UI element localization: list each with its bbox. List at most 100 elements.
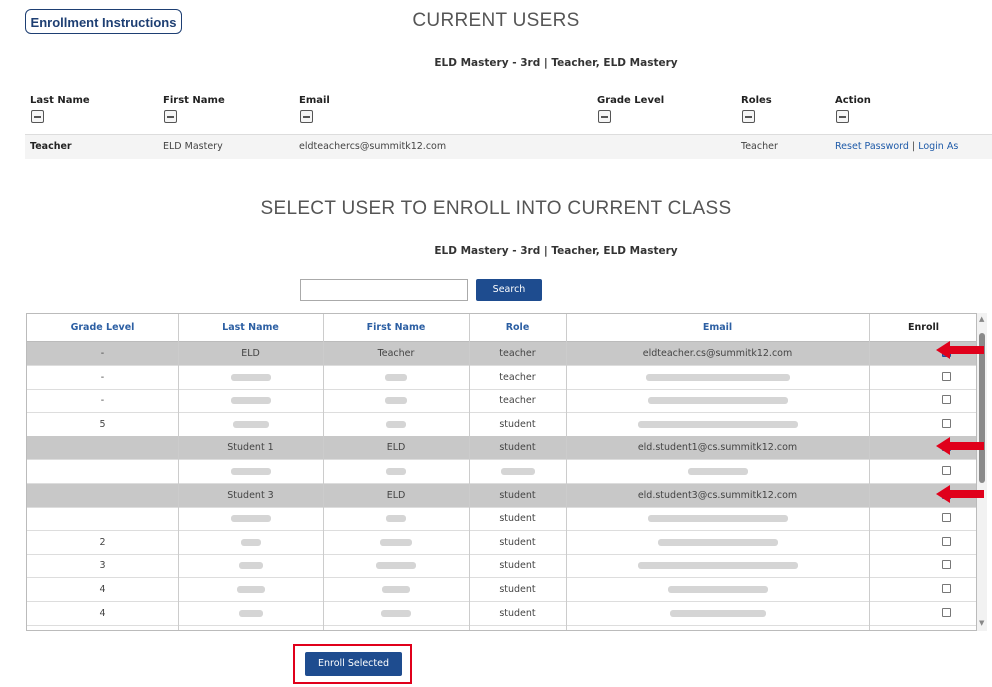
table-row[interactable]: 3 student [27, 554, 976, 579]
table-row[interactable]: Student 1 ELD student eld.student1@cs.summi… [27, 436, 976, 461]
redacted-text [386, 468, 406, 475]
cell-grade [27, 460, 178, 483]
cell-text: - [100, 348, 105, 359]
search-input[interactable] [300, 279, 468, 301]
table-row[interactable]: - teacher [27, 366, 976, 390]
cell-role: student [469, 602, 566, 625]
current-users-title: CURRENT USERS [412, 10, 580, 31]
column-divider [566, 314, 567, 630]
scroll-down-icon[interactable]: ▼ [979, 619, 984, 627]
enroll-checkbox[interactable] [942, 513, 951, 523]
cell-email [566, 366, 869, 389]
redacted-text [386, 420, 406, 428]
cell-last [178, 507, 323, 530]
enroll-subtitle: ELD Mastery - 3rd | Teacher, ELD Mastery [434, 245, 678, 257]
filter-icon[interactable] [598, 110, 611, 123]
cell-first: Teacher [323, 342, 469, 365]
table-row[interactable]: - teacher [27, 389, 976, 414]
enroll-selected-button[interactable]: Enroll Selected [305, 652, 402, 676]
th-grade-level[interactable]: Grade Level [27, 314, 178, 341]
cu-role: Teacher [741, 141, 778, 152]
redacted-text [238, 609, 263, 617]
redacted-text [647, 397, 788, 405]
th-last-name[interactable]: Last Name [178, 314, 323, 341]
th-first-name[interactable]: First Name [323, 314, 469, 341]
cell-text: teacher [499, 395, 536, 407]
cell-role: student [469, 578, 566, 601]
redacted-text [376, 562, 416, 570]
cell-role: student [469, 531, 566, 554]
redacted-text [230, 373, 271, 381]
table-row[interactable]: 4 student [27, 578, 976, 602]
table-row[interactable]: student [27, 507, 976, 532]
table-row[interactable] [27, 460, 976, 484]
cell-last: Student 1 [178, 436, 323, 459]
filter-icon[interactable] [164, 110, 177, 123]
cell-email: eldteacher.cs@summitk12.com [566, 342, 869, 365]
redacted-text [386, 515, 406, 523]
filter-icon[interactable] [31, 110, 44, 123]
column-divider [323, 314, 324, 630]
redacted-text [380, 538, 412, 546]
enroll-checkbox[interactable] [942, 418, 951, 428]
table-row[interactable]: - ELD Teacher teacher eldteacher.cs@summitk1… [27, 342, 976, 366]
cell-email: eld.student1@cs.summitk12.com [566, 436, 869, 459]
column-divider [469, 314, 470, 630]
enroll-checkbox[interactable] [942, 536, 951, 546]
cell-grade [27, 484, 178, 507]
cell-grade: 2 [27, 531, 178, 554]
enroll-checkbox[interactable] [942, 371, 951, 381]
cu-first-name: ELD Mastery [163, 141, 223, 152]
cell-last [178, 366, 323, 389]
scroll-up-icon[interactable]: ▲ [979, 315, 984, 323]
enroll-checkbox[interactable] [942, 395, 951, 405]
cell-first [323, 389, 469, 412]
cell-text: student [499, 607, 536, 619]
cell-first [323, 578, 469, 601]
table-row[interactable]: Student 3 ELD student eld.student3@cs.summi… [27, 483, 976, 508]
table-row[interactable]: 5 student [27, 413, 976, 437]
cu-header-grade-level: Grade Level [597, 95, 665, 106]
cell-last [178, 531, 323, 554]
redacted-text [230, 397, 271, 405]
cell-role: teacher [469, 366, 566, 389]
cell-text: student [499, 560, 536, 572]
filter-icon[interactable] [836, 110, 849, 123]
th-enroll: Enroll [908, 322, 939, 333]
table-row[interactable]: 2 student [27, 531, 976, 555]
th-email[interactable]: Email [566, 314, 869, 341]
table-scrollbar[interactable]: ▲ ▼ [977, 313, 987, 631]
enroll-checkbox[interactable] [942, 584, 951, 593]
redacted-text [647, 515, 788, 523]
cell-first [323, 507, 469, 530]
th-role[interactable]: Role [469, 314, 566, 341]
redacted-text [669, 609, 766, 617]
cell-first [323, 366, 469, 389]
action-separator: | [908, 141, 919, 152]
redacted-text [657, 538, 778, 546]
cell-last [178, 554, 323, 577]
cell-email [566, 460, 869, 483]
cell-text: teacher [499, 348, 536, 359]
enroll-checkbox[interactable] [942, 466, 951, 475]
filter-icon[interactable] [300, 110, 313, 123]
cell-last: ELD [178, 342, 323, 365]
cu-action: Reset Password | Login As [835, 141, 958, 152]
login-as-link[interactable]: Login As [918, 141, 958, 152]
redacted-text [236, 586, 265, 593]
filter-icon[interactable] [742, 110, 755, 123]
cell-email [566, 389, 869, 412]
enroll-checkbox[interactable] [942, 607, 951, 617]
search-button[interactable]: Search [476, 279, 542, 301]
cell-role: student [469, 413, 566, 436]
red-arrow-icon [936, 437, 984, 455]
enroll-checkbox[interactable] [942, 560, 951, 570]
cell-text: 4 [99, 607, 106, 619]
table-row[interactable]: 4 student [27, 602, 976, 626]
redacted-text [382, 586, 410, 593]
cell-grade [27, 507, 178, 530]
reset-password-link[interactable]: Reset Password [835, 141, 909, 152]
cell-grade [27, 436, 178, 459]
cell-first: ELD [323, 484, 469, 507]
cell-first [323, 413, 469, 436]
